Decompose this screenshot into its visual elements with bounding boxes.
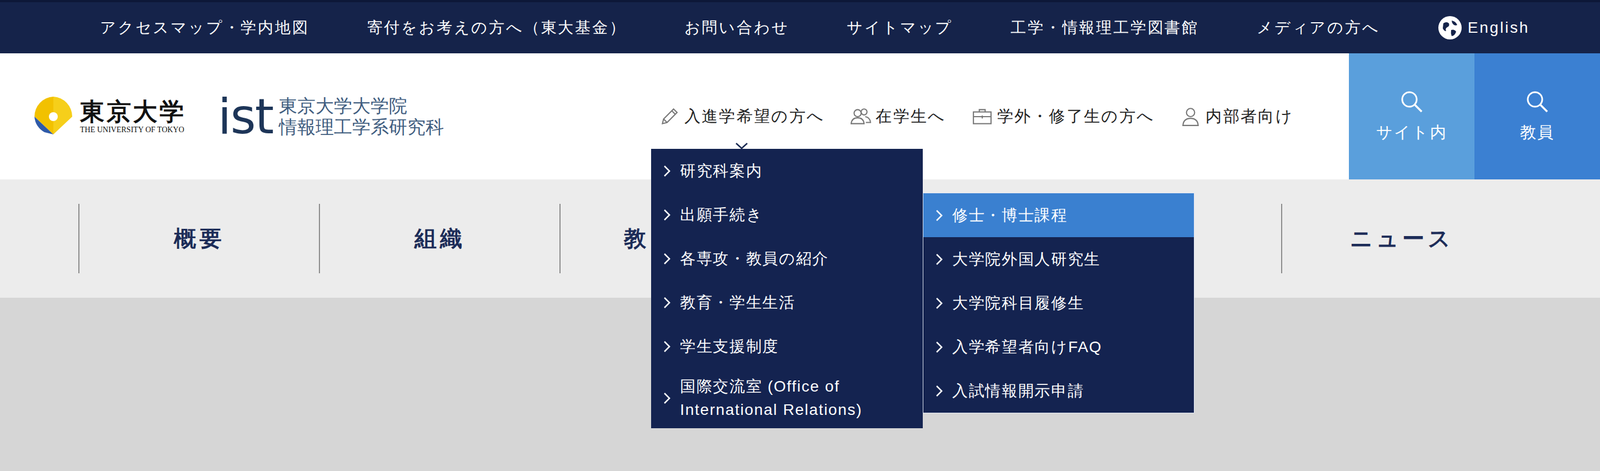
- university-name: 東京大学: [80, 98, 186, 125]
- search-buttons: サイト内 教員: [1348, 53, 1600, 180]
- dropdown-item[interactable]: 各専攻・教員の紹介: [651, 236, 923, 281]
- main-nav-label: 在学生へ: [875, 105, 946, 128]
- section-tab-label: 組織: [414, 223, 466, 254]
- utility-link[interactable]: アクセスマップ・学内地図: [100, 17, 310, 39]
- chevron-right-icon: [663, 208, 672, 222]
- main-nav-label: 内部者向け: [1205, 105, 1294, 128]
- dropdown-item-label: 研究科案内: [680, 159, 763, 183]
- dropdown-menu: 研究科案内 出願手続き 修士・博士課程 大学院外国人研究生 大学院科目履修生 入…: [651, 148, 923, 429]
- submenu-item-label: 大学院科目履修生: [952, 291, 1084, 315]
- dropdown-item[interactable]: 学生支援制度: [651, 324, 923, 369]
- utility-link[interactable]: サイトマップ: [846, 17, 953, 39]
- chevron-right-icon: [935, 385, 944, 398]
- chevron-right-icon: [663, 340, 672, 353]
- dropdown-item-label: 出願手続き: [680, 203, 763, 227]
- submenu-item-label: 修士・博士課程: [952, 203, 1068, 228]
- section-tab[interactable]: 概要: [78, 203, 319, 274]
- pencil-icon: [658, 106, 680, 128]
- school-name-line: 情報理工学系研究科: [278, 116, 444, 138]
- chevron-right-icon: [663, 252, 672, 265]
- chevron-right-icon: [935, 297, 944, 310]
- submenu-item-label: 入試情報開示申請: [952, 379, 1084, 403]
- dropdown-item[interactable]: 出願手続き 修士・博士課程 大学院外国人研究生 大学院科目履修生 入学希望者向け…: [651, 192, 923, 237]
- school-name-line: 東京大学大学院: [278, 95, 444, 117]
- people-icon: [850, 106, 872, 128]
- search-label: 教員: [1520, 121, 1555, 144]
- ginkgo-icon: [31, 95, 76, 138]
- magnifier-icon: [1525, 89, 1550, 114]
- language-label: English: [1467, 18, 1530, 37]
- dropdown-item[interactable]: 国際交流室 (Office of International Relations…: [651, 368, 923, 429]
- dropdown-item[interactable]: 研究科案内: [651, 148, 923, 193]
- submenu-item-label: 大学院外国人研究生: [952, 247, 1101, 272]
- dropdown-item-label: 各専攻・教員の紹介: [680, 247, 829, 271]
- utility-link[interactable]: 工学・情報理工学図書館: [1010, 17, 1199, 39]
- dropdown-item-label: 国際交流室 (Office of International Relations…: [680, 375, 914, 422]
- submenu-item[interactable]: 大学院科目履修生: [923, 281, 1194, 325]
- dropdown-item-label: 学生支援制度: [680, 335, 779, 359]
- submenu-item[interactable]: 入試情報開示申請: [923, 368, 1194, 413]
- search-button[interactable]: 教員: [1474, 53, 1600, 180]
- search-label: サイト内: [1376, 121, 1448, 144]
- utility-link[interactable]: 寄付をお考えの方へ（東大基金）: [367, 17, 627, 39]
- chevron-right-icon: [663, 165, 672, 178]
- submenu-item[interactable]: 修士・博士課程: [923, 193, 1194, 238]
- language-switch[interactable]: English: [1437, 15, 1530, 40]
- page: アクセスマップ・学内地図 寄付をお考えの方へ（東大基金） お問い合わせ サイトマップ 工…: [0, 0, 1600, 471]
- section-tab[interactable]: 組織: [318, 203, 560, 274]
- chevron-right-icon: [663, 392, 672, 405]
- submenu-item[interactable]: 大学院外国人研究生: [923, 237, 1194, 282]
- main-nav-item[interactable]: 在学生へ: [850, 105, 946, 128]
- main-nav-item[interactable]: 学外・修了生の方へ: [971, 105, 1155, 128]
- main-nav-label: 学外・修了生の方へ: [997, 105, 1155, 128]
- submenu-item[interactable]: 入学希望者向けFAQ: [923, 325, 1194, 369]
- main-nav-item[interactable]: 入進学希望の方へ: [658, 105, 825, 128]
- chevron-right-icon: [663, 296, 672, 309]
- submenu-item-label: 入学希望者向けFAQ: [952, 335, 1103, 359]
- logos: 東京大学 THE UNIVERSITY OF TOKYO ist 東京大学大学院…: [0, 53, 444, 180]
- magnifier-icon: [1399, 89, 1424, 114]
- utility-link[interactable]: メディアの方へ: [1256, 17, 1380, 39]
- submenu: 修士・博士課程 大学院外国人研究生 大学院科目履修生 入学希望者向けFAQ 入試…: [922, 192, 1195, 414]
- globe-icon: [1437, 15, 1463, 40]
- chevron-right-icon: [935, 209, 944, 222]
- university-name-en: THE UNIVERSITY OF TOKYO: [80, 125, 185, 135]
- section-tab-label: 概要: [173, 223, 225, 254]
- section-tab-label: ニュース: [1350, 223, 1454, 254]
- utility-link[interactable]: お問い合わせ: [684, 17, 790, 39]
- dropdown-item-label: 教育・学生生活: [680, 291, 796, 315]
- chevron-right-icon: [935, 253, 944, 266]
- briefcase-icon: [971, 106, 993, 128]
- school-mark: ist: [217, 92, 274, 142]
- section-tab[interactable]: ニュース: [1281, 203, 1522, 274]
- search-button[interactable]: サイト内: [1348, 53, 1475, 180]
- chevron-right-icon: [935, 341, 944, 354]
- school-logo[interactable]: ist 東京大学大学院 情報理工学系研究科: [217, 92, 444, 142]
- utility-bar: アクセスマップ・学内地図 寄付をお考えの方へ（東大基金） お問い合わせ サイトマップ 工…: [0, 0, 1600, 54]
- university-logo[interactable]: 東京大学 THE UNIVERSITY OF TOKYO: [31, 95, 186, 138]
- person-icon: [1180, 106, 1202, 128]
- main-nav-label: 入進学希望の方へ: [684, 105, 825, 128]
- main-nav-item[interactable]: 内部者向け: [1180, 105, 1294, 128]
- dropdown-item[interactable]: 教育・学生生活: [651, 280, 923, 325]
